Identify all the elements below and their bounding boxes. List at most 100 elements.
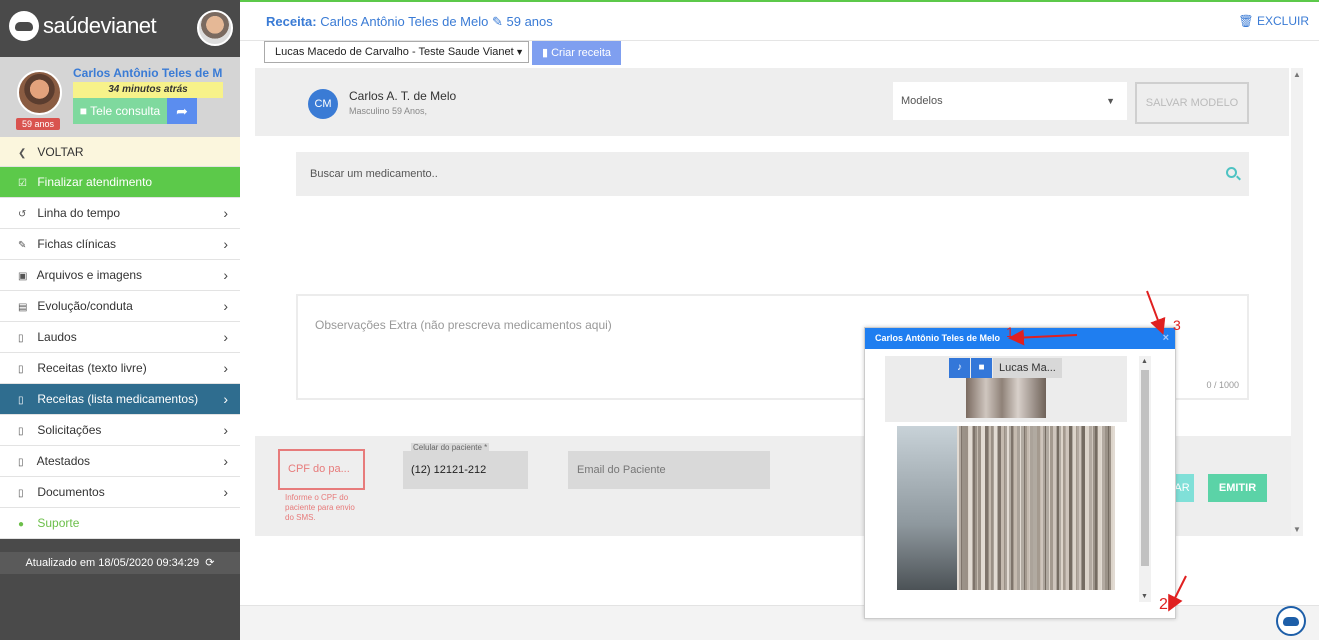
video-call-popup: Carlos Antônio Teles de Melo × ♪ ■ Lucas… (864, 327, 1176, 619)
history-icon: ↺ (18, 209, 27, 220)
sidebar-item-label: Evolução/conduta (37, 299, 133, 313)
annotation-label-3: 3 (1173, 317, 1181, 333)
cpf-input[interactable]: CPF do pa... (278, 449, 365, 490)
patient-avatar (17, 70, 62, 115)
video-camera-icon[interactable]: ■ (971, 358, 992, 378)
medication-search-input[interactable]: Buscar um medicamento.. (296, 152, 1249, 196)
last-updated-bar[interactable]: Atualizado em 18/05/2020 09:34:29 ⟳ (0, 552, 240, 574)
chevron-right-icon: › (223, 236, 228, 252)
panel-scrollbar[interactable]: ▲ ▼ (1291, 68, 1303, 536)
search-icon (1226, 167, 1237, 178)
logo[interactable]: saúdevianet (9, 11, 157, 41)
page-title: Receita: Carlos Antônio Teles de Melo ✎ … (266, 14, 553, 30)
cloud-logo-icon (9, 11, 39, 41)
email-input[interactable]: Email do Paciente (568, 451, 770, 489)
patient-card: 59 anos Carlos Antônio Teles de M 34 min… (0, 57, 240, 137)
support-cloud-button[interactable] (1276, 606, 1306, 636)
phone-input[interactable]: (12) 12121-212 (403, 451, 528, 489)
delete-button[interactable]: 🗑 EXCLUIR (1238, 14, 1309, 28)
emit-button[interactable]: EMITIR (1208, 474, 1267, 502)
sidebar: saúdevianet 59 anos Carlos Antônio Teles… (0, 0, 240, 640)
video-window-area (897, 426, 957, 590)
popup-titlebar[interactable]: Carlos Antônio Teles de Melo × (865, 328, 1175, 349)
patient-age-badge: 59 anos (16, 118, 61, 130)
phone-label: Celular do paciente * (411, 443, 490, 452)
chevron-right-icon: › (223, 329, 228, 345)
caret-down-icon: ▼ (515, 47, 524, 57)
tele-consulta-label: Tele consulta (90, 104, 161, 118)
sidebar-menu: ❮ VOLTAR ☑ Finalizar atendimento ↺ Linha… (0, 137, 240, 539)
participant-video-thumbnail (966, 378, 1046, 418)
patient-info: Masculino 59 Anos, (349, 106, 428, 116)
scroll-down-icon[interactable]: ▼ (1293, 525, 1301, 534)
finalize-appointment-button[interactable]: ☑ Finalizar atendimento (0, 167, 240, 198)
microphone-icon[interactable]: ♪ (949, 358, 970, 378)
sidebar-item-files[interactable]: ▣ Arquivos e imagens › (0, 260, 240, 291)
check-square-icon: ☑ (18, 178, 27, 189)
refresh-icon[interactable]: ⟳ (202, 557, 214, 569)
chevron-right-icon: › (223, 484, 228, 500)
tele-consulta-button[interactable]: ■ Tele consulta (73, 98, 167, 124)
sidebar-item-label: Suporte (37, 516, 80, 530)
share-button[interactable]: ➦ (167, 98, 197, 124)
chevron-right-icon: › (223, 267, 228, 283)
char-counter: 0 / 1000 (1206, 380, 1239, 390)
finalize-label: Finalizar atendimento (37, 175, 153, 189)
document-icon: ▯ (18, 364, 24, 375)
sidebar-item-label: Laudos (37, 330, 77, 344)
popup-scrollbar[interactable]: ▲ ▼ (1139, 356, 1151, 602)
sidebar-item-timeline[interactable]: ↺ Linha do tempo › (0, 198, 240, 229)
scroll-up-icon[interactable]: ▲ (1141, 358, 1148, 365)
templates-select[interactable]: Modelos ▼ (893, 82, 1127, 120)
sidebar-item-certificates[interactable]: ▯ Atestados › (0, 446, 240, 477)
file-icon: ▮ (541, 47, 549, 59)
chevron-right-icon: › (223, 391, 228, 407)
chevron-right-icon: › (223, 360, 228, 376)
edit-icon: ✎ (18, 240, 27, 251)
sidebar-item-reports[interactable]: ▯ Laudos › (0, 322, 240, 353)
sidebar-item-support[interactable]: ● Suporte (0, 508, 240, 539)
back-label: VOLTAR (37, 145, 84, 159)
scroll-up-icon[interactable]: ▲ (1293, 70, 1301, 79)
video-camera-icon: ■ (79, 104, 88, 118)
brand-name: saúdevianet (43, 13, 157, 38)
participant-tile: ♪ ■ Lucas Ma... (885, 356, 1127, 422)
caret-down-icon: ▼ (1106, 96, 1115, 106)
sidebar-item-label: Documentos (37, 485, 105, 499)
patient-age: 59 anos (506, 14, 553, 29)
create-prescription-label: Criar receita (551, 47, 612, 59)
sidebar-item-label: Atestados (36, 454, 91, 468)
call-controls: ♪ ■ Lucas Ma... (949, 358, 1062, 378)
save-template-button[interactable]: SALVAR MODELO (1135, 82, 1249, 124)
sidebar-item-requests[interactable]: ▯ Solicitações › (0, 415, 240, 446)
chevron-right-icon: › (223, 453, 228, 469)
prescription-header: CM Carlos A. T. de Melo Masculino 59 Ano… (255, 68, 1289, 136)
back-button[interactable]: ❮ VOLTAR (0, 137, 240, 167)
chat-bubble-icon: ● (18, 519, 25, 530)
top-bar: Receita: Carlos Antônio Teles de Melo ✎ … (240, 2, 1319, 41)
remote-video (897, 426, 1115, 590)
document-icon: ▯ (18, 333, 24, 344)
sidebar-item-evolution[interactable]: ▤ Evolução/conduta › (0, 291, 240, 322)
create-prescription-button[interactable]: ▮ Criar receita (532, 41, 621, 65)
annotation-label-2: 2 (1159, 596, 1168, 613)
extra-notes-placeholder: Observações Extra (não prescreva medicam… (315, 318, 612, 332)
sidebar-item-label: Receitas (lista medicamentos) (37, 392, 199, 406)
close-icon[interactable]: × (1163, 328, 1169, 349)
search-placeholder: Buscar um medicamento.. (310, 168, 438, 180)
scrollbar-thumb[interactable] (1141, 370, 1149, 566)
sidebar-item-prescriptions-text[interactable]: ▯ Receitas (texto livre) › (0, 353, 240, 384)
pencil-icon[interactable]: ✎ (492, 14, 503, 29)
sidebar-item-prescriptions-list[interactable]: ▯ Receitas (lista medicamentos) › (0, 384, 240, 415)
scroll-down-icon[interactable]: ▼ (1141, 593, 1148, 600)
last-updated-text: Atualizado em 18/05/2020 09:34:29 (25, 557, 200, 569)
sidebar-item-clinical-records[interactable]: ✎ Fichas clínicas › (0, 229, 240, 260)
annotation-label-1: 1 (1006, 324, 1014, 340)
sidebar-item-documents[interactable]: ▯ Documentos › (0, 477, 240, 508)
sidebar-item-label: Arquivos e imagens (36, 268, 143, 282)
doctor-select-value: Lucas Macedo de Carvalho - Teste Saude V… (275, 46, 514, 58)
image-file-icon: ▣ (18, 271, 28, 282)
doctor-avatar[interactable] (197, 10, 233, 46)
document-icon: ▯ (18, 488, 24, 499)
doctor-select[interactable]: Lucas Macedo de Carvalho - Teste Saude V… (264, 41, 529, 63)
